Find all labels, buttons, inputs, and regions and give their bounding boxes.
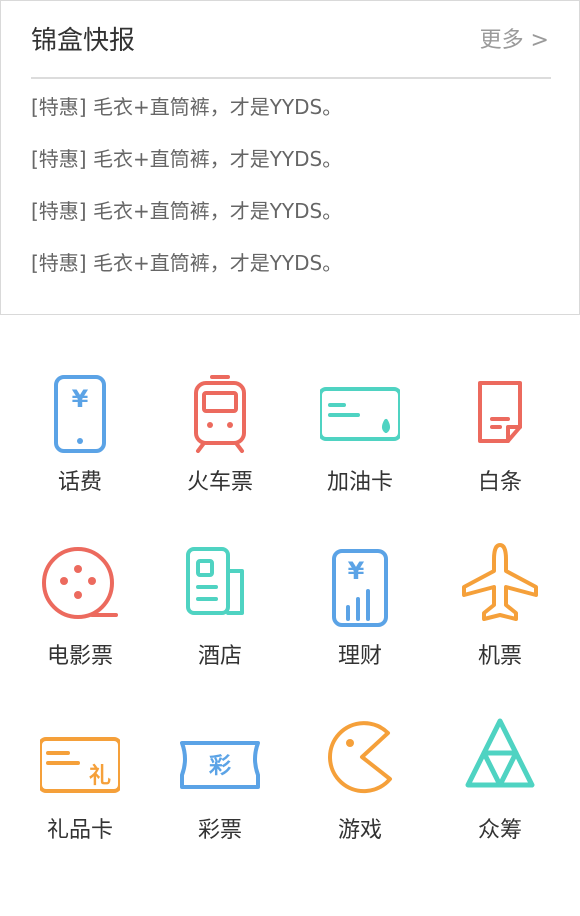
service-row: 礼 礼品卡 彩 彩票 游戏 众筹 <box>0 713 580 887</box>
yen-glyph: ¥ <box>72 385 89 413</box>
service-label: 礼品卡 <box>46 818 113 843</box>
service-label: 火车票 <box>186 470 253 495</box>
service-crowdfunding[interactable]: 众筹 <box>440 713 560 853</box>
service-label: 加油卡 <box>326 470 393 495</box>
service-label: 彩票 <box>197 818 242 843</box>
service-label: 游戏 <box>337 818 382 843</box>
iou-note-icon <box>460 365 540 453</box>
crowdfunding-triangle-icon <box>460 713 540 801</box>
service-hotel[interactable]: 酒店 <box>160 539 280 679</box>
news-item[interactable]: [特惠] 毛衣+直筒裤，才是YYDS。 <box>31 185 551 237</box>
service-label: 理财 <box>337 644 382 669</box>
phone-bill-icon: ¥ <box>40 365 120 453</box>
finance-icon: ¥ <box>320 539 400 627</box>
film-reel-icon <box>40 539 120 627</box>
news-item[interactable]: [特惠] 毛衣+直筒裤，才是YYDS。 <box>31 81 551 133</box>
service-grid: ¥ 话费 火车票 加油卡 白条 电影票 酒店 ¥ 理财 机票 礼 礼品卡 彩 彩… <box>0 365 580 887</box>
airplane-icon <box>460 539 540 627</box>
service-gift-card[interactable]: 礼 礼品卡 <box>20 713 140 853</box>
service-phone-bill[interactable]: ¥ 话费 <box>20 365 140 505</box>
service-row: ¥ 话费 火车票 加油卡 白条 <box>0 365 580 539</box>
news-item[interactable]: [特惠] 毛衣+直筒裤，才是YYDS。 <box>31 237 551 289</box>
service-row: 电影票 酒店 ¥ 理财 机票 <box>0 539 580 713</box>
service-lottery[interactable]: 彩 彩票 <box>160 713 280 853</box>
service-game[interactable]: 游戏 <box>300 713 420 853</box>
news-title: 锦盒快报 <box>31 26 136 56</box>
service-train[interactable]: 火车票 <box>160 365 280 505</box>
service-label: 电影票 <box>46 644 113 669</box>
yen-glyph: ¥ <box>348 557 365 585</box>
gift-card-icon: 礼 <box>40 713 120 801</box>
more-link[interactable]: 更多 > <box>480 25 549 57</box>
service-label: 机票 <box>477 644 522 669</box>
train-icon <box>180 365 260 453</box>
service-label: 酒店 <box>197 644 242 669</box>
hotel-icon <box>180 539 260 627</box>
news-header: 锦盒快报 更多 > <box>31 23 551 79</box>
service-finance[interactable]: ¥ 理财 <box>300 539 420 679</box>
service-iou[interactable]: 白条 <box>440 365 560 505</box>
service-movie[interactable]: 电影票 <box>20 539 140 679</box>
news-list: [特惠] 毛衣+直筒裤，才是YYDS。 [特惠] 毛衣+直筒裤，才是YYDS。 … <box>31 81 551 289</box>
pacman-game-icon <box>320 713 400 801</box>
service-label: 白条 <box>477 470 522 495</box>
service-label: 众筹 <box>477 818 522 843</box>
news-panel: 锦盒快报 更多 > [特惠] 毛衣+直筒裤，才是YYDS。 [特惠] 毛衣+直筒… <box>0 0 580 315</box>
fuel-card-icon <box>320 365 400 453</box>
service-flight[interactable]: 机票 <box>440 539 560 679</box>
gift-glyph: 礼 <box>89 763 111 789</box>
service-fuel-card[interactable]: 加油卡 <box>300 365 420 505</box>
lottery-glyph: 彩 <box>208 754 231 779</box>
news-item[interactable]: [特惠] 毛衣+直筒裤，才是YYDS。 <box>31 133 551 185</box>
service-label: 话费 <box>57 470 102 495</box>
lottery-ticket-icon: 彩 <box>180 713 260 801</box>
